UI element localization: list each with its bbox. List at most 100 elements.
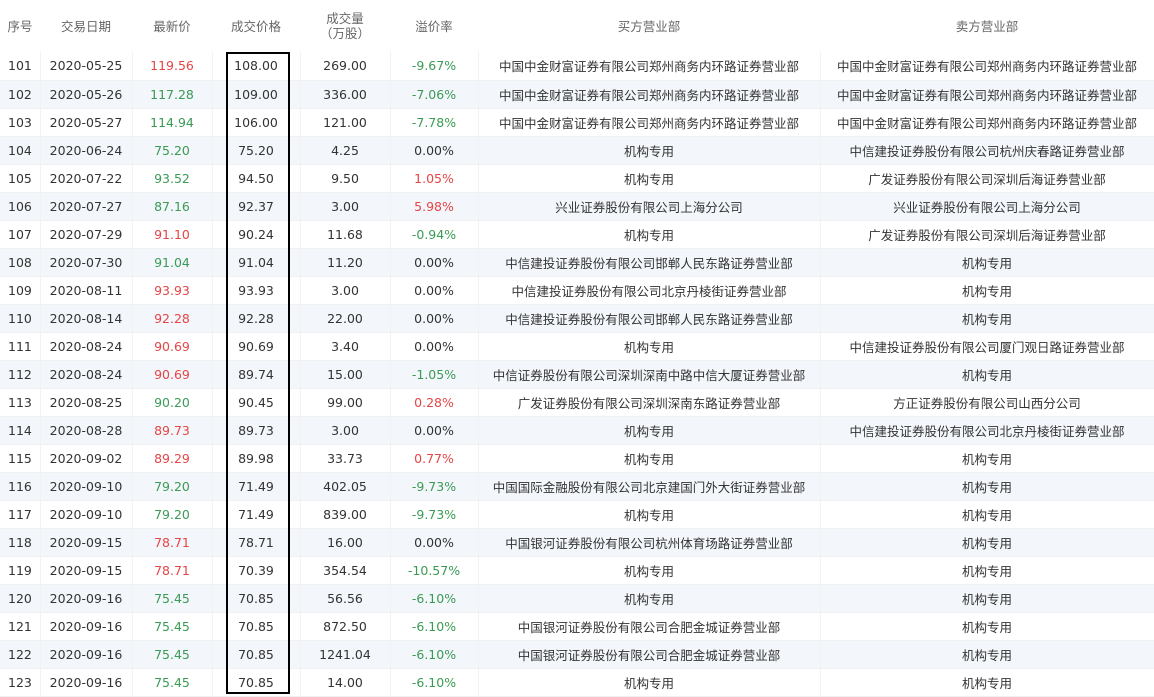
table-row[interactable]: 106 2020-07-27 87.16 92.37 3.00 5.98% 兴业证券股份有限…	[0, 192, 1154, 221]
cell-buyer: 机构专用	[478, 668, 821, 697]
table-row[interactable]: 110 2020-08-14 92.28 92.28 22.00 0.00% 中信建投证券股…	[0, 304, 1154, 333]
cell-latest-price: 119.56	[132, 52, 213, 81]
cell-seller: 机构专用	[820, 500, 1154, 529]
cell-premium: -6.10%	[390, 668, 479, 697]
table-row[interactable]: 114 2020-08-28 89.73 89.73 3.00 0.00% 机构专用 中信建投…	[0, 416, 1154, 445]
table-row[interactable]: 107 2020-07-29 91.10 90.24 11.68 -0.94% 机构专用 广发…	[0, 220, 1154, 249]
cell-buyer: 中国银河证券股份有限公司杭州体育场路证券营业部	[478, 528, 821, 557]
cell-latest-price: 90.69	[132, 332, 213, 361]
cell-date: 2020-08-11	[40, 276, 133, 305]
cell-seller: 中国中金财富证券有限公司郑州商务内环路证券营业部	[820, 52, 1154, 81]
cell-seq: 102	[0, 80, 41, 109]
header-buyer[interactable]: 买方营业部	[478, 0, 820, 52]
cell-seq: 106	[0, 192, 41, 221]
cell-volume: 121.00	[300, 108, 391, 137]
cell-volume: 269.00	[300, 52, 391, 81]
cell-volume: 9.50	[300, 164, 391, 193]
cell-volume: 3.00	[300, 276, 391, 305]
cell-date: 2020-09-16	[40, 612, 133, 641]
cell-date: 2020-05-26	[40, 80, 133, 109]
header-date[interactable]: 交易日期	[40, 0, 132, 52]
cell-seller: 兴业证券股份有限公司上海分公司	[820, 192, 1154, 221]
table-row[interactable]: 104 2020-06-24 75.20 75.20 4.25 0.00% 机构专用 中信建投…	[0, 136, 1154, 165]
cell-date: 2020-09-15	[40, 556, 133, 585]
table-row[interactable]: 102 2020-05-26 117.28 109.00 336.00 -7.06% 中国中…	[0, 80, 1154, 109]
header-deal-price[interactable]: 成交价格	[212, 0, 300, 52]
cell-seller: 中信建投证券股份有限公司厦门观日路证券营业部	[820, 332, 1154, 361]
cell-premium: -7.78%	[390, 108, 479, 137]
cell-deal-price: 70.39	[212, 556, 301, 585]
cell-premium: -1.05%	[390, 360, 479, 389]
cell-date: 2020-09-16	[40, 668, 133, 697]
cell-premium: 0.00%	[390, 416, 479, 445]
cell-buyer: 中信证券股份有限公司深圳深南中路中信大厦证券营业部	[478, 360, 821, 389]
table-row[interactable]: 113 2020-08-25 90.20 90.45 99.00 0.28% 广发证券股份有…	[0, 388, 1154, 417]
cell-buyer: 机构专用	[478, 556, 821, 585]
cell-seq: 115	[0, 444, 41, 473]
table-row[interactable]: 108 2020-07-30 91.04 91.04 11.20 0.00% 中信建投证券股…	[0, 248, 1154, 277]
table-row[interactable]: 101 2020-05-25 119.56 108.00 269.00 -9.67% 中国中…	[0, 52, 1154, 81]
cell-volume: 3.40	[300, 332, 391, 361]
cell-volume: 354.54	[300, 556, 391, 585]
header-volume[interactable]: 成交量 （万股）	[300, 0, 390, 52]
cell-seller: 方正证券股份有限公司山西分公司	[820, 388, 1154, 417]
header-volume-line2: （万股）	[319, 26, 370, 41]
cell-deal-price: 108.00	[212, 52, 301, 81]
cell-latest-price: 75.45	[132, 584, 213, 613]
cell-seller: 中信建投证券股份有限公司杭州庆春路证券营业部	[820, 136, 1154, 165]
cell-latest-price: 78.71	[132, 556, 213, 585]
table-row[interactable]: 123 2020-09-16 75.45 70.85 14.00 -6.10% 机构专用 机构…	[0, 668, 1154, 697]
table-row[interactable]: 105 2020-07-22 93.52 94.50 9.50 1.05% 机构专用 广发证券…	[0, 164, 1154, 193]
header-seq[interactable]: 序号	[0, 0, 40, 52]
header-seller[interactable]: 卖方营业部	[820, 0, 1154, 52]
table-row[interactable]: 111 2020-08-24 90.69 90.69 3.40 0.00% 机构专用 中信建投…	[0, 332, 1154, 361]
cell-seq: 123	[0, 668, 41, 697]
cell-buyer: 机构专用	[478, 220, 821, 249]
cell-date: 2020-08-14	[40, 304, 133, 333]
cell-date: 2020-05-27	[40, 108, 133, 137]
table-row[interactable]: 115 2020-09-02 89.29 89.98 33.73 0.77% 机构专用 机构专…	[0, 444, 1154, 473]
cell-latest-price: 93.93	[132, 276, 213, 305]
table-row[interactable]: 109 2020-08-11 93.93 93.93 3.00 0.00% 中信建投证券股份…	[0, 276, 1154, 305]
table-row[interactable]: 118 2020-09-15 78.71 78.71 16.00 0.00% 中国银河证券股…	[0, 528, 1154, 557]
table-row[interactable]: 117 2020-09-10 79.20 71.49 839.00 -9.73% 机构专用机…	[0, 500, 1154, 529]
cell-seq: 120	[0, 584, 41, 613]
cell-seq: 103	[0, 108, 41, 137]
cell-deal-price: 70.85	[212, 640, 301, 669]
table-row[interactable]: 122 2020-09-16 75.45 70.85 1241.04 -6.10% 中国银河…	[0, 640, 1154, 669]
cell-seq: 108	[0, 248, 41, 277]
cell-latest-price: 75.45	[132, 640, 213, 669]
cell-volume: 4.25	[300, 136, 391, 165]
cell-seq: 111	[0, 332, 41, 361]
table-row[interactable]: 120 2020-09-16 75.45 70.85 56.56 -6.10% 机构专用 机构…	[0, 584, 1154, 613]
cell-volume: 11.68	[300, 220, 391, 249]
cell-date: 2020-06-24	[40, 136, 133, 165]
cell-seq: 122	[0, 640, 41, 669]
cell-buyer: 中国中金财富证券有限公司郑州商务内环路证券营业部	[478, 80, 821, 109]
header-premium[interactable]: 溢价率	[390, 0, 478, 52]
table-row[interactable]: 112 2020-08-24 90.69 89.74 15.00 -1.05% 中信证券股份…	[0, 360, 1154, 389]
table-row[interactable]: 116 2020-09-10 79.20 71.49 402.05 -9.73% 中国国际金…	[0, 472, 1154, 501]
cell-seq: 112	[0, 360, 41, 389]
cell-deal-price: 70.85	[212, 584, 301, 613]
cell-seller: 中国中金财富证券有限公司郑州商务内环路证券营业部	[820, 80, 1154, 109]
cell-seller: 机构专用	[820, 612, 1154, 641]
cell-deal-price: 71.49	[212, 472, 301, 501]
cell-premium: 0.77%	[390, 444, 479, 473]
table-row[interactable]: 103 2020-05-27 114.94 106.00 121.00 -7.78% 中国中…	[0, 108, 1154, 137]
cell-seller: 机构专用	[820, 472, 1154, 501]
table-row[interactable]: 121 2020-09-16 75.45 70.85 872.50 -6.10% 中国银河证…	[0, 612, 1154, 641]
cell-premium: 0.00%	[390, 528, 479, 557]
cell-volume: 402.05	[300, 472, 391, 501]
cell-latest-price: 92.28	[132, 304, 213, 333]
table-row[interactable]: 119 2020-09-15 78.71 70.39 354.54 -10.57% 机构专用…	[0, 556, 1154, 585]
cell-buyer: 中信建投证券股份有限公司邯郸人民东路证券营业部	[478, 304, 821, 333]
header-latest-price[interactable]: 最新价	[132, 0, 212, 52]
cell-latest-price: 117.28	[132, 80, 213, 109]
cell-buyer: 中国银河证券股份有限公司合肥金城证券营业部	[478, 640, 821, 669]
cell-deal-price: 92.37	[212, 192, 301, 221]
cell-date: 2020-07-30	[40, 248, 133, 277]
cell-seq: 101	[0, 52, 41, 81]
cell-latest-price: 79.20	[132, 472, 213, 501]
cell-premium: -6.10%	[390, 612, 479, 641]
